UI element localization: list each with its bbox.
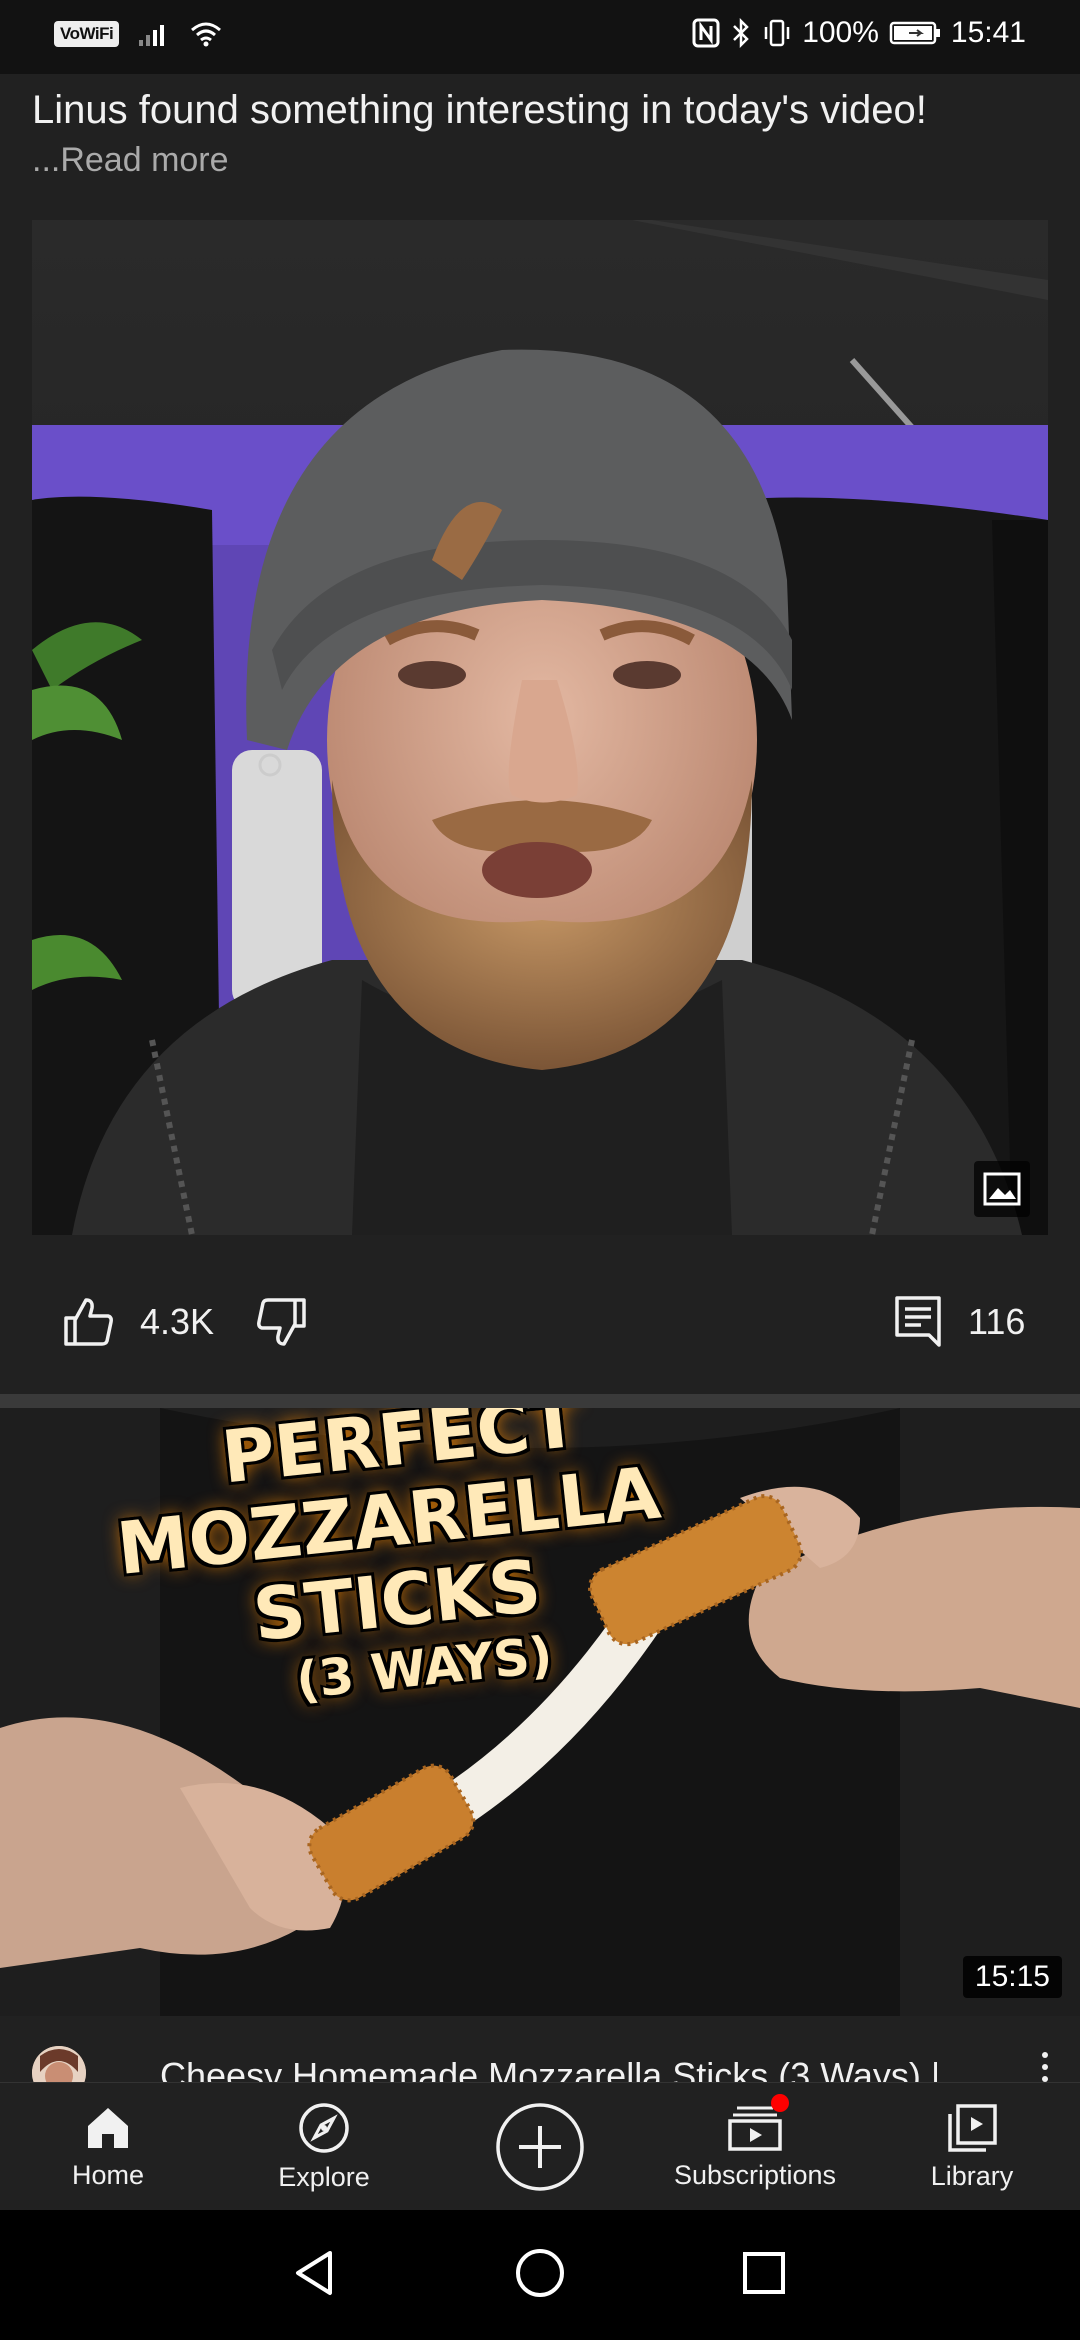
thumbs-up-icon[interactable] <box>62 1296 114 1348</box>
recents-square-icon <box>741 2250 787 2301</box>
compass-icon <box>298 2102 350 2154</box>
post-text: Linus found something interesting in tod… <box>32 86 1052 184</box>
back-triangle-icon <box>292 2249 336 2302</box>
comment-count: 116 <box>968 1301 1026 1342</box>
bluetooth-icon <box>730 18 752 48</box>
battery-icon <box>889 20 941 46</box>
create-icon <box>495 2102 585 2192</box>
post-body-text: Linus found something interesting in tod… <box>32 88 927 132</box>
nav-home[interactable]: Home <box>48 2083 168 2211</box>
recents-button[interactable] <box>704 2210 824 2340</box>
notification-badge <box>771 2093 789 2112</box>
comment-icon[interactable] <box>894 1295 942 1349</box>
nav-library-label: Library <box>930 2160 1014 2191</box>
clock: 15:41 <box>950 16 1026 49</box>
wifi-icon <box>189 20 223 48</box>
dislike-action[interactable] <box>256 1270 308 1374</box>
vowifi-indicator: VoWiFi <box>54 21 120 47</box>
battery-percent: 100% <box>802 16 879 49</box>
like-action[interactable]: 4.3K <box>62 1270 214 1374</box>
feed-divider <box>0 1394 1080 1408</box>
status-bar: VoWiFi 100% 15:41 <box>0 0 1080 74</box>
back-button[interactable] <box>254 2210 374 2340</box>
thumbs-down-icon[interactable] <box>256 1296 308 1348</box>
nav-library[interactable]: Library <box>912 2083 1032 2211</box>
post-actions: 4.3K 116 <box>0 1270 1080 1374</box>
video-thumbnail[interactable]: PERFECT MOZZARELLA STICKS (3 WAYS) 15:15 <box>0 1408 1080 2016</box>
home-button[interactable] <box>480 2210 600 2340</box>
subscriptions-icon <box>727 2093 789 2152</box>
comments-action[interactable]: 116 <box>894 1270 1025 1374</box>
channel-avatar[interactable] <box>32 2046 86 2082</box>
post-photo <box>32 220 1048 1235</box>
video-title[interactable]: Cheesy Homemade Mozzarella Sticks (3 Way… <box>160 2054 980 2082</box>
nav-create[interactable] <box>480 2083 600 2211</box>
nav-explore[interactable]: Explore <box>264 2083 384 2211</box>
bottom-navigation: Home Explore Subscriptions Library <box>0 2082 1080 2211</box>
home-icon <box>84 2104 132 2152</box>
video-meta[interactable]: Cheesy Homemade Mozzarella Sticks (3 Way… <box>0 2016 1080 2082</box>
nav-subscriptions-label: Subscriptions <box>673 2159 837 2190</box>
home-circle-icon <box>514 2247 566 2304</box>
nfc-icon <box>692 18 720 48</box>
library-icon <box>946 2103 998 2153</box>
nav-explore-label: Explore <box>278 2161 370 2192</box>
image-gallery-icon[interactable] <box>974 1161 1030 1217</box>
more-options-icon[interactable] <box>1030 2046 1060 2082</box>
like-count: 4.3K <box>140 1301 215 1342</box>
nav-subscriptions[interactable]: Subscriptions <box>670 2083 840 2211</box>
signal-icon <box>137 22 171 46</box>
vibrate-icon <box>762 18 792 48</box>
read-more-link[interactable]: ...Read more <box>32 136 1052 184</box>
system-navigation-bar <box>0 2210 1080 2340</box>
nav-home-label: Home <box>71 2159 145 2190</box>
video-duration: 15:15 <box>962 1956 1062 1998</box>
post-image[interactable] <box>32 220 1048 1235</box>
